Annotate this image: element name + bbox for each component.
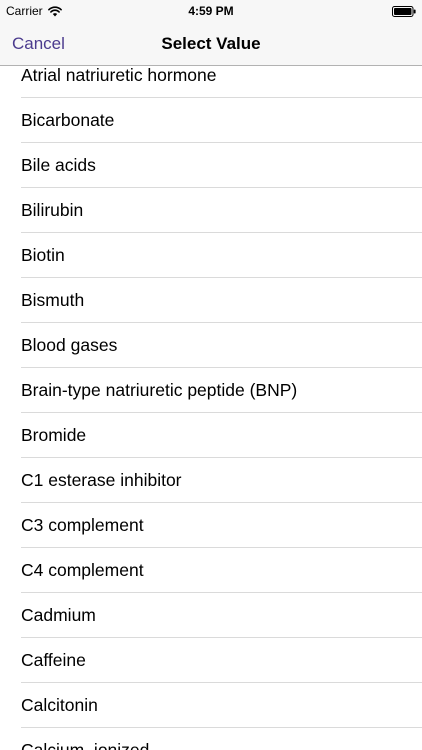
list-item-label: Atrial natriuretic hormone xyxy=(21,66,217,85)
list-item[interactable]: Cadmium xyxy=(0,593,422,638)
list-item-label: Biotin xyxy=(21,245,65,265)
status-bar: Carrier 4:59 PM xyxy=(0,0,422,22)
navigation-bar: Cancel Select Value xyxy=(0,22,422,66)
list-item-label: Brain-type natriuretic peptide (BNP) xyxy=(21,380,298,400)
list-item-label: Caffeine xyxy=(21,650,86,670)
list-item[interactable]: Atrial natriuretic hormone xyxy=(0,66,422,98)
list-item-label: Calcitonin xyxy=(21,695,98,715)
list-item[interactable]: Calcitonin xyxy=(0,683,422,728)
list-item[interactable]: C1 esterase inhibitor xyxy=(0,458,422,503)
list-item[interactable]: Bicarbonate xyxy=(0,98,422,143)
list-item[interactable]: Caffeine xyxy=(0,638,422,683)
list-item-label: Bromide xyxy=(21,425,87,445)
value-list-items: Atrial natriuretic hormone Bicarbonate B… xyxy=(0,66,422,750)
status-time: 4:59 PM xyxy=(188,4,234,18)
battery-icon xyxy=(392,6,416,17)
list-item[interactable]: Bromide xyxy=(0,413,422,458)
list-item-label: Cadmium xyxy=(21,605,96,625)
list-item[interactable]: Bile acids xyxy=(0,143,422,188)
list-item[interactable]: C4 complement xyxy=(0,548,422,593)
list-item-label: Bilirubin xyxy=(21,200,84,220)
list-item-label: Calcium, ionized xyxy=(21,740,150,750)
list-item[interactable]: Biotin xyxy=(0,233,422,278)
list-item-label: C3 complement xyxy=(21,515,144,535)
list-item-label: Bicarbonate xyxy=(21,110,115,130)
list-item[interactable]: Calcium, ionized xyxy=(0,728,422,750)
value-list[interactable]: Atrial natriuretic hormone Bicarbonate B… xyxy=(0,66,422,750)
list-item[interactable]: Blood gases xyxy=(0,323,422,368)
list-item[interactable]: C3 complement xyxy=(0,503,422,548)
list-item-label: C1 esterase inhibitor xyxy=(21,470,182,490)
list-item[interactable]: Bilirubin xyxy=(0,188,422,233)
page-title: Select Value xyxy=(161,34,261,53)
list-item-label: Bismuth xyxy=(21,290,85,310)
list-item[interactable]: Bismuth xyxy=(0,278,422,323)
list-item-label: Blood gases xyxy=(21,335,118,355)
list-item-label: C4 complement xyxy=(21,560,144,580)
list-item-label: Bile acids xyxy=(21,155,96,175)
list-item[interactable]: Brain-type natriuretic peptide (BNP) xyxy=(0,368,422,413)
